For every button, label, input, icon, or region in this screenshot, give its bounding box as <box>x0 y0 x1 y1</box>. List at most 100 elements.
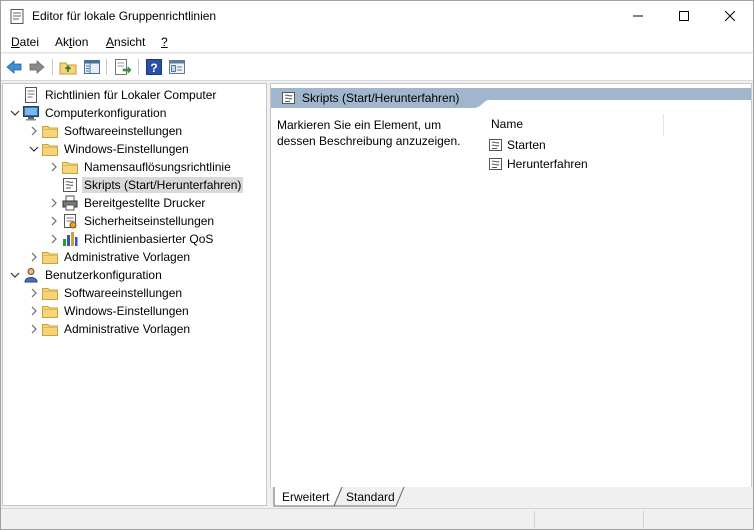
help-icon[interactable]: ? <box>145 58 163 76</box>
details-header-title: Skripts (Start/Herunterfahren) <box>302 91 460 105</box>
menu-bar: Datei Aktion Ansicht ? <box>1 31 753 53</box>
folder-icon <box>62 159 78 175</box>
tree-item-label: Administrative Vorlagen <box>64 322 191 336</box>
chevron-down-icon[interactable] <box>26 140 42 158</box>
status-divider <box>643 511 644 528</box>
up-folder-icon[interactable] <box>59 58 77 76</box>
folder-icon <box>42 303 58 319</box>
tree-item[interactable]: Windows-Einstellungen <box>26 302 191 320</box>
toolbar-separator <box>52 59 53 75</box>
console-tree: Richtlinien für Lokaler Computer Computer… <box>2 83 267 506</box>
status-bar <box>1 508 753 529</box>
app-icon <box>10 9 24 24</box>
tree-item-label: Windows-Einstellungen <box>64 304 189 318</box>
maximize-icon <box>679 11 689 21</box>
chevron-down-icon <box>10 110 20 116</box>
toolbar-separator <box>138 59 139 75</box>
gpedit-window: Editor für lokale Gruppenrichtlinien Dat… <box>0 0 754 530</box>
show-hide-tree-icon[interactable] <box>83 58 101 76</box>
tree-item-label: Softwareeinstellungen <box>64 286 183 300</box>
toolbar-separator <box>106 59 107 75</box>
view-tabs: Erweitert Standard <box>270 487 752 507</box>
chevron-right-icon[interactable] <box>46 212 62 230</box>
script-icon <box>489 157 503 171</box>
menu-aktion[interactable]: Aktion <box>55 35 88 49</box>
script-icon <box>282 91 296 105</box>
list-item[interactable]: Starten <box>489 136 546 154</box>
tree-item[interactable]: Richtlinien für Lokaler Computer <box>7 86 218 104</box>
menu-help[interactable]: ? <box>161 35 168 49</box>
folder-icon <box>42 249 58 265</box>
tree-item[interactable]: Bereitgestellte Drucker <box>46 194 207 212</box>
chevron-right-icon[interactable] <box>26 248 42 266</box>
close-icon <box>725 11 735 21</box>
tree-item[interactable]: Richtlinienbasierter QoS <box>46 230 215 248</box>
chevron-right-icon[interactable] <box>26 284 42 302</box>
tree-item-label: Computerkonfiguration <box>45 106 167 120</box>
chevron-right-icon[interactable] <box>26 122 42 140</box>
folder-icon <box>42 285 58 301</box>
folder-icon <box>42 321 58 337</box>
close-button[interactable] <box>707 1 753 31</box>
tree-item[interactable]: Skripts (Start/Herunterfahren) <box>46 176 244 194</box>
export-list-icon[interactable] <box>114 58 132 76</box>
tree-item[interactable]: Benutzerkonfiguration <box>7 266 164 284</box>
folder-icon <box>42 123 58 139</box>
chevron-right-icon[interactable] <box>46 158 62 176</box>
chevron-right-icon[interactable] <box>46 194 62 212</box>
tree-item[interactable]: Windows-Einstellungen <box>26 140 191 158</box>
list-item-label: Herunterfahren <box>507 157 588 171</box>
chevron-right-icon[interactable] <box>26 302 42 320</box>
tree-item[interactable]: Softwareeinstellungen <box>26 284 184 302</box>
script-icon <box>62 177 78 193</box>
chevron-right-icon[interactable] <box>26 320 42 338</box>
chevron-down-icon <box>10 272 20 278</box>
chevron-down-icon <box>29 146 39 152</box>
description-text: Markieren Sie ein Element, um dessen Bes… <box>277 118 461 148</box>
details-header: Skripts (Start/Herunterfahren) <box>271 88 751 108</box>
chevron-right-icon <box>31 252 37 262</box>
chevron-down-icon[interactable] <box>7 104 23 122</box>
folder-icon <box>42 141 58 157</box>
svg-text:?: ? <box>150 61 157 75</box>
menu-datei[interactable]: Datei <box>11 35 39 49</box>
chevron-right-icon <box>31 306 37 316</box>
tree-item[interactable]: Namensauflösungsrichtlinie <box>46 158 233 176</box>
menu-ansicht[interactable]: Ansicht <box>106 35 145 49</box>
security-icon <box>62 213 78 229</box>
tree-item[interactable]: Softwareeinstellungen <box>26 122 184 140</box>
tree-item[interactable]: Computerkonfiguration <box>7 104 168 122</box>
chevron-right-icon <box>31 324 37 334</box>
tree-item[interactable]: Sicherheitseinstellungen <box>46 212 216 230</box>
tree-item-label: Softwareeinstellungen <box>64 124 183 138</box>
printer-icon <box>62 195 78 211</box>
tree-item[interactable]: Administrative Vorlagen <box>26 320 192 338</box>
maximize-button[interactable] <box>661 1 707 31</box>
minimize-button[interactable] <box>615 1 661 31</box>
chevron-right-icon <box>31 126 37 136</box>
tree-item-label: Skripts (Start/Herunterfahren) <box>82 177 244 193</box>
chevron-right-icon[interactable] <box>46 230 62 248</box>
tree-item[interactable]: Administrative Vorlagen <box>26 248 192 266</box>
chevron-right-icon <box>51 216 57 226</box>
column-header-name[interactable]: Name <box>489 114 664 136</box>
chevron-right-icon <box>51 198 57 208</box>
chevron-down-icon[interactable] <box>7 266 23 284</box>
title-bar: Editor für lokale Gruppenrichtlinien <box>1 1 753 31</box>
tree-item-label: Bereitgestellte Drucker <box>84 196 206 210</box>
tab-erweitert[interactable]: Erweitert <box>282 487 329 507</box>
tab-standard[interactable]: Standard <box>346 487 395 507</box>
properties-view-icon[interactable] <box>168 58 186 76</box>
minimize-icon <box>633 15 643 17</box>
list-item[interactable]: Herunterfahren <box>489 155 588 173</box>
tree-item-label: Namensauflösungsrichtlinie <box>84 160 231 174</box>
computer-icon <box>23 105 39 121</box>
qos-chart-icon <box>62 231 78 247</box>
tree-item-label: Richtlinienbasierter QoS <box>84 232 214 246</box>
user-icon <box>23 267 39 283</box>
back-arrow-icon[interactable] <box>5 58 23 76</box>
window-title: Editor für lokale Gruppenrichtlinien <box>32 9 217 23</box>
forward-arrow-icon[interactable] <box>28 58 46 76</box>
